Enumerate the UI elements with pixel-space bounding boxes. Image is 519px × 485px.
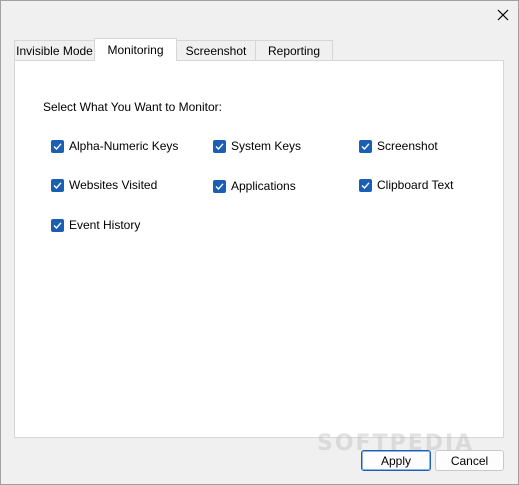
monitoring-panel: Select What You Want to Monitor: Alpha-N…	[14, 60, 504, 438]
checkbox-system-keys[interactable]: System Keys	[213, 138, 301, 154]
tab-invisible-mode[interactable]: Invisible Mode	[14, 40, 95, 60]
checkbox-applications[interactable]: Applications	[213, 178, 296, 194]
checkbox-event-history[interactable]: Event History	[51, 217, 140, 233]
checkmark-icon[interactable]	[213, 179, 226, 193]
apply-button[interactable]: Apply	[361, 450, 431, 471]
checkmark-icon[interactable]	[51, 178, 64, 192]
section-label: Select What You Want to Monitor:	[43, 100, 222, 114]
checkmark-icon[interactable]	[359, 178, 372, 192]
checkbox-screenshot[interactable]: Screenshot	[359, 138, 438, 154]
checkbox-label: System Keys	[231, 139, 302, 153]
dialog-window: Invisible Mode Monitoring Screenshot Rep…	[0, 0, 519, 485]
cancel-button[interactable]: Cancel	[435, 450, 504, 471]
tab-reporting[interactable]: Reporting	[255, 40, 333, 60]
tab-monitoring[interactable]: Monitoring	[94, 38, 177, 61]
tab-screenshot[interactable]: Screenshot	[176, 40, 256, 60]
checkmark-icon[interactable]	[51, 139, 64, 153]
checkbox-clipboard-text[interactable]: Clipboard Text	[359, 177, 454, 193]
close-icon	[497, 9, 509, 21]
checkbox-label: Clipboard Text	[377, 178, 454, 192]
checkmark-icon[interactable]	[51, 218, 64, 232]
checkbox-label: Screenshot	[377, 139, 438, 153]
checkbox-websites-visited[interactable]: Websites Visited	[51, 177, 157, 193]
checkbox-label: Event History	[69, 218, 141, 232]
tab-label: Monitoring	[107, 43, 164, 57]
checkmark-icon[interactable]	[213, 139, 226, 153]
checkmark-icon[interactable]	[359, 139, 372, 153]
tab-label: Invisible Mode	[16, 43, 93, 58]
checkbox-label: Websites Visited	[69, 178, 158, 192]
checkbox-alpha-numeric-keys[interactable]: Alpha-Numeric Keys	[51, 138, 178, 154]
checkbox-label: Applications	[231, 179, 296, 193]
tab-label: Screenshot	[185, 43, 247, 58]
tab-label: Reporting	[267, 43, 321, 58]
checkbox-label: Alpha-Numeric Keys	[69, 139, 179, 153]
close-button[interactable]	[488, 3, 518, 27]
